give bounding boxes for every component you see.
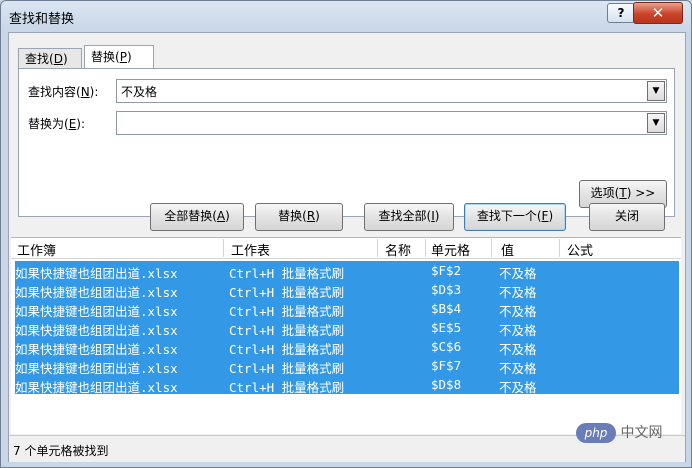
find-next-suffix: )	[548, 209, 554, 223]
result-row[interactable]: 如果快捷键也组团出道.xlsx Ctrl+H 批量格式刷 $D$8 不及格	[15, 375, 679, 395]
result-row[interactable]: 如果快捷键也组团出道.xlsx Ctrl+H 批量格式刷 $C$6 不及格	[15, 337, 679, 357]
window-title: 查找和替换	[9, 12, 75, 27]
result-row[interactable]: 如果快捷键也组团出道.xlsx Ctrl+H 批量格式刷 $B$4 不及格	[15, 299, 679, 319]
tab-find-label: 查找(	[25, 52, 54, 66]
replace-dropdown-icon[interactable]: ▼	[647, 113, 665, 133]
row-cell: $F$7	[431, 358, 462, 373]
row-cell: $F$2	[431, 263, 462, 278]
find-all-suffix: )	[434, 209, 440, 223]
dialog-body: 查找(D) 替换(P) 查找内容(N): 不及格 ▼ 替换为(E): ▼ 选项(…	[8, 32, 686, 462]
result-row[interactable]: 如果快捷键也组团出道.xlsx Ctrl+H 批量格式刷 $E$5 不及格	[15, 318, 679, 338]
tab-find-suffix: )	[62, 52, 68, 66]
options-key: T	[619, 186, 627, 200]
row-cell: $D$3	[431, 282, 462, 297]
replace-label-text: 替换为(	[28, 117, 69, 131]
status-text: 7 个单元格被找到	[13, 444, 109, 458]
replace-panel: 查找内容(N): 不及格 ▼ 替换为(E): ▼ 选项(T) >>	[18, 68, 675, 217]
column-divider[interactable]	[491, 239, 492, 257]
tab-replace-label: 替换(	[91, 50, 120, 64]
result-row[interactable]: 如果快捷键也组团出道.xlsx Ctrl+H 批量格式刷 $D$3 不及格	[15, 280, 679, 300]
results-header: 工作簿 工作表 名称 单元格 值 公式	[11, 238, 681, 259]
help-button[interactable]: ?	[607, 3, 635, 23]
close-button[interactable]: 关闭	[589, 203, 665, 231]
find-label-key: N	[80, 85, 90, 99]
row-cell: $D$8	[431, 377, 462, 392]
title-bar[interactable]: 查找和替换 ? ✕	[1, 1, 691, 31]
options-suffix: ) >>	[626, 186, 656, 200]
find-input[interactable]: 不及格 ▼	[116, 79, 667, 103]
replace-all-label: 全部替换(	[164, 209, 217, 223]
column-divider[interactable]	[377, 239, 378, 257]
replace-label: 替换为(E):	[28, 115, 85, 132]
replace-label-suffix: ):	[76, 117, 86, 131]
col-workbook[interactable]: 工作簿	[17, 240, 56, 259]
column-divider[interactable]	[425, 239, 426, 257]
replace-all-button[interactable]: 全部替换(A)	[150, 203, 244, 231]
watermark-text: 中文网	[620, 425, 663, 441]
col-sheet[interactable]: 工作表	[231, 240, 270, 259]
find-all-button[interactable]: 查找全部(I)	[364, 203, 454, 231]
col-cell[interactable]: 单元格	[431, 240, 470, 259]
col-name[interactable]: 名称	[385, 240, 411, 259]
column-divider[interactable]	[223, 239, 224, 257]
watermark: php 中文网	[576, 422, 662, 443]
replace-button[interactable]: 替换(R)	[255, 203, 343, 231]
row-workbook: 如果快捷键也组团出道.xlsx	[15, 380, 178, 395]
find-dropdown-icon[interactable]: ▼	[647, 81, 665, 101]
replace-label: 替换(	[278, 209, 307, 223]
replace-suffix: )	[315, 209, 320, 223]
replace-all-suffix: )	[225, 209, 230, 223]
row-value: 不及格	[499, 380, 537, 395]
tab-replace-suffix: )	[126, 50, 132, 64]
tab-find[interactable]: 查找(D)	[18, 48, 82, 69]
result-row[interactable]: 如果快捷键也组团出道.xlsx Ctrl+H 批量格式刷 $F$2 不及格	[15, 261, 679, 281]
close-window-button[interactable]: ✕	[633, 2, 683, 24]
row-cell: $B$4	[431, 301, 462, 316]
find-input-value[interactable]: 不及格	[121, 83, 157, 100]
result-row[interactable]: 如果快捷键也组团出道.xlsx Ctrl+H 批量格式刷 $F$7 不及格	[15, 356, 679, 376]
tab-replace[interactable]: 替换(P)	[84, 45, 154, 70]
close-label: 关闭	[614, 209, 639, 223]
find-replace-dialog: 查找和替换 ? ✕ 查找(D) 替换(P) 查找内容(N): 不及格 ▼ 替换为…	[0, 0, 692, 468]
row-sheet: Ctrl+H 批量格式刷	[229, 380, 345, 395]
results-list[interactable]: 工作簿 工作表 名称 单元格 值 公式 如果快捷键也组团出道.xlsx Ctrl…	[11, 237, 681, 434]
find-next-label: 查找下一个(	[476, 209, 542, 223]
tab-find-key: D	[53, 52, 63, 66]
column-divider[interactable]	[559, 239, 560, 257]
php-logo: php	[576, 423, 616, 443]
row-cell: $E$5	[431, 320, 462, 335]
find-label-text: 查找内容(	[28, 85, 81, 99]
replace-key: R	[306, 209, 316, 223]
find-next-button[interactable]: 查找下一个(F)	[464, 203, 566, 231]
col-formula[interactable]: 公式	[567, 240, 593, 259]
find-all-label: 查找全部(	[378, 209, 432, 223]
find-label: 查找内容(N):	[28, 83, 98, 100]
replace-all-key: A	[216, 209, 226, 223]
find-label-suffix: ):	[89, 85, 99, 99]
col-value[interactable]: 值	[501, 240, 514, 259]
replace-input[interactable]: ▼	[116, 111, 667, 135]
tab-replace-key: P	[119, 50, 127, 64]
options-label: 选项(	[590, 186, 620, 200]
row-cell: $C$6	[431, 339, 462, 354]
